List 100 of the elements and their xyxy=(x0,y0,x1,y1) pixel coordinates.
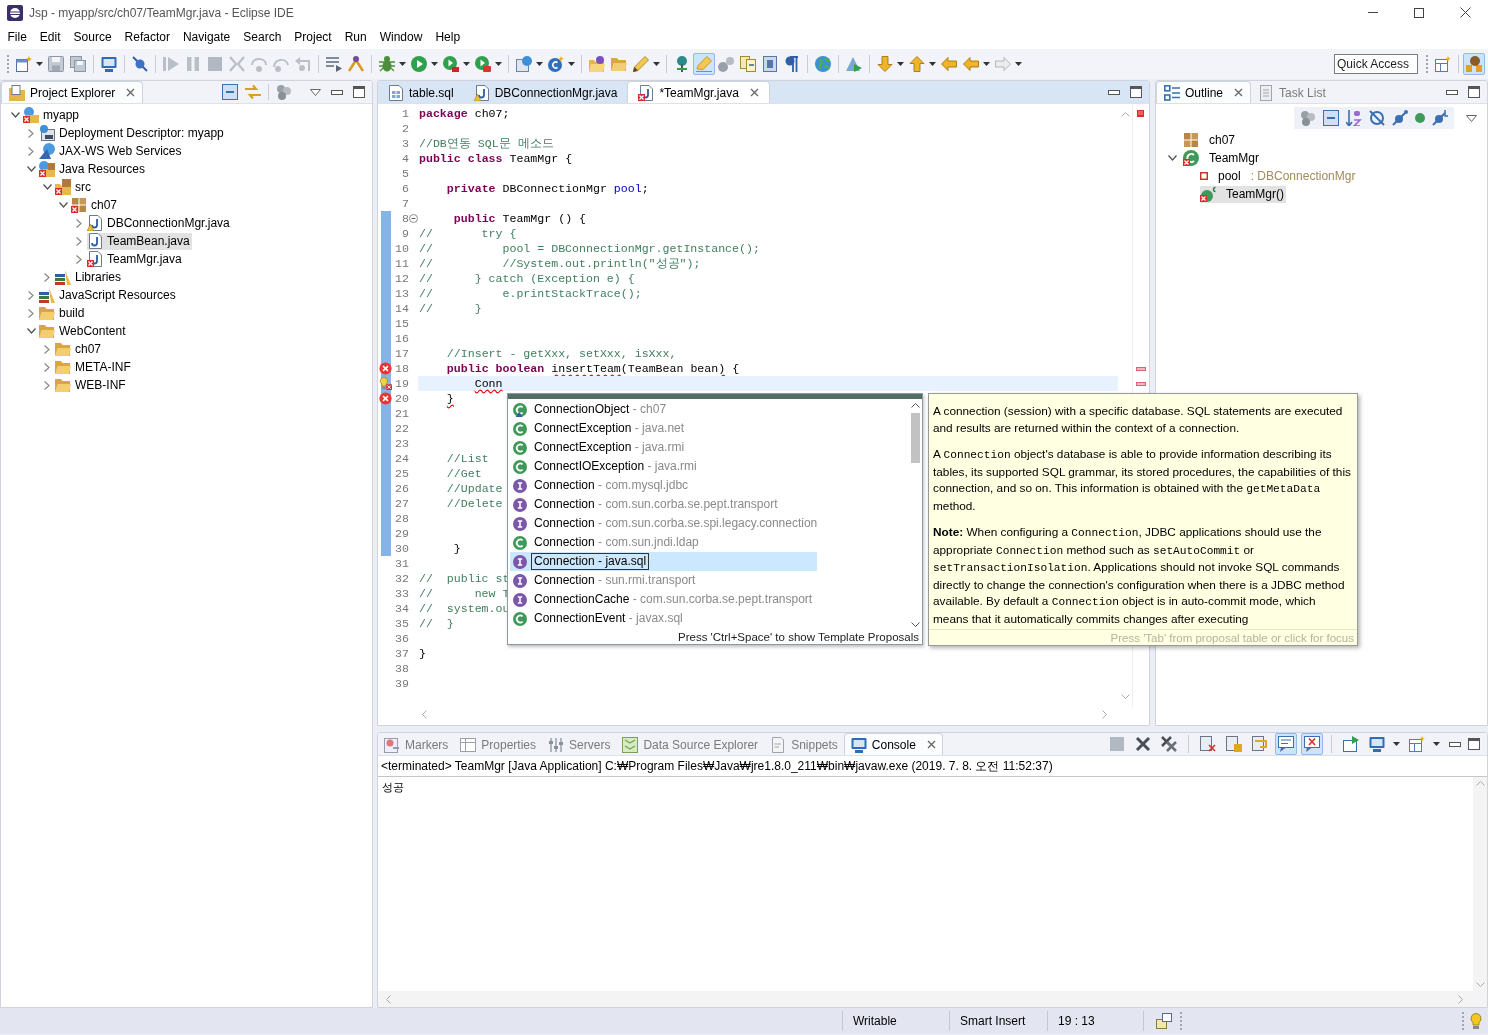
minus-circle-icon[interactable] xyxy=(409,214,418,223)
chevron-right-icon[interactable] xyxy=(28,146,34,156)
close-icon[interactable] xyxy=(1459,7,1471,18)
proposal-item[interactable]: ConnectIOException - java.rmi xyxy=(510,457,817,476)
maximize-icon[interactable] xyxy=(1468,738,1480,750)
chevron-down-icon[interactable] xyxy=(10,112,20,118)
proposal-item[interactable]: Connection - com.sun.corba.se.pept.transport xyxy=(510,495,817,514)
minimize-icon[interactable] xyxy=(331,89,343,95)
chevron-down-icon[interactable] xyxy=(26,166,36,172)
view-tab[interactable]: Task List xyxy=(1251,82,1333,103)
tree-item[interactable]: JAX-WS Web Services xyxy=(39,142,184,160)
proposal-item[interactable]: ConnectException - java.rmi xyxy=(510,438,817,457)
chevron-down-icon[interactable] xyxy=(26,328,36,334)
menu-item[interactable]: Window xyxy=(373,28,429,46)
caret-icon[interactable] xyxy=(929,62,936,66)
view-tab[interactable]: Markers xyxy=(378,734,455,755)
scroll-right-icon[interactable] xyxy=(1102,709,1107,719)
show-error-button[interactable] xyxy=(1301,733,1323,755)
chevron-right-icon[interactable] xyxy=(76,236,82,246)
tree-item[interactable]: TeamMgr() xyxy=(1200,185,1286,203)
view-menu-icon[interactable] xyxy=(1466,114,1477,122)
proposal-item[interactable]: ConnectionEvent - javax.sql xyxy=(510,609,817,628)
sort-icon[interactable] xyxy=(1346,110,1362,126)
chevron-down-icon[interactable] xyxy=(42,184,52,190)
maximize-icon[interactable] xyxy=(353,86,365,98)
coverage-button[interactable] xyxy=(440,53,462,75)
menu-item[interactable]: Refactor xyxy=(118,28,177,46)
bulb-icon[interactable] xyxy=(1468,1013,1484,1029)
chevron-right-icon[interactable] xyxy=(44,362,50,372)
maximize-icon[interactable] xyxy=(1468,86,1480,98)
close-icon[interactable] xyxy=(126,88,136,97)
tree-item[interactable]: DBConnectionMgr.java xyxy=(87,214,232,232)
proposal-item[interactable]: Connection - com.sun.corba.se.spi.legacy.connection xyxy=(510,514,817,533)
caret-icon[interactable] xyxy=(431,62,438,66)
close-icon[interactable] xyxy=(749,88,759,97)
chevron-right-icon[interactable] xyxy=(76,218,82,228)
tree-item[interactable]: build xyxy=(39,304,87,322)
menu-item[interactable]: Project xyxy=(287,28,339,46)
browser-button[interactable] xyxy=(812,53,834,75)
show-output-button[interactable] xyxy=(1275,733,1297,755)
view-tab[interactable]: Servers xyxy=(542,734,617,755)
tree-item[interactable]: myapp xyxy=(23,106,82,124)
proposal-item[interactable]: Connection - com.mysql.jdbc xyxy=(510,476,817,495)
caret-icon[interactable] xyxy=(1015,62,1022,66)
caret-icon[interactable] xyxy=(399,62,406,66)
scroll-up-icon[interactable] xyxy=(910,403,920,408)
view-tab[interactable]: Properties xyxy=(454,734,543,755)
chevron-right-icon[interactable] xyxy=(28,308,34,318)
scrollbar-thumb[interactable] xyxy=(910,413,920,463)
circles-icon[interactable] xyxy=(1300,110,1316,126)
view-tab[interactable]: Outline xyxy=(1156,81,1252,103)
slashed-circle-icon[interactable] xyxy=(1369,110,1385,126)
scroll-left-icon[interactable] xyxy=(422,709,427,719)
save-all-button[interactable] xyxy=(67,53,89,75)
caret-icon[interactable] xyxy=(536,62,543,66)
tree-item[interactable]: Libraries xyxy=(55,268,124,286)
proposal-item[interactable]: ConnectException - java.net xyxy=(510,419,817,438)
caret-icon[interactable] xyxy=(897,62,904,66)
scroll-down-icon[interactable] xyxy=(910,622,920,627)
menu-item[interactable]: Help xyxy=(428,28,467,46)
ant-button[interactable] xyxy=(630,53,652,75)
minimize-icon[interactable] xyxy=(1449,741,1461,747)
editor-tab[interactable]: table.sql xyxy=(378,82,464,103)
view-tab[interactable]: Console xyxy=(843,733,943,755)
menu-item[interactable]: Source xyxy=(67,28,119,46)
maximize-icon[interactable] xyxy=(1414,7,1424,18)
menu-item[interactable]: Edit xyxy=(33,28,68,46)
slashed-dot-icon[interactable] xyxy=(1432,110,1448,126)
slashed-dot-icon[interactable] xyxy=(1392,110,1408,126)
chevron-right-icon[interactable] xyxy=(44,380,50,390)
close-icon[interactable] xyxy=(1234,88,1244,97)
scroll-lock-button[interactable] xyxy=(1223,733,1245,755)
tree-item[interactable]: ch07 xyxy=(71,196,120,214)
caret-icon[interactable] xyxy=(1433,742,1440,746)
proposal-item[interactable]: ConnectionCache - com.sun.corba.se.pept.transport xyxy=(510,590,817,609)
tree-item[interactable]: WEB-INF xyxy=(55,376,128,394)
caret-icon[interactable] xyxy=(1393,742,1400,746)
caret-icon[interactable] xyxy=(568,62,575,66)
java-ee-perspective-button[interactable] xyxy=(1463,53,1485,75)
circles-icon[interactable] xyxy=(276,84,292,100)
maximize-icon[interactable] xyxy=(1130,86,1142,98)
chevron-right-icon[interactable] xyxy=(76,254,82,264)
proposal-item[interactable]: Connection - sun.rmi.transport xyxy=(510,571,817,590)
minus-box-icon[interactable] xyxy=(222,84,238,100)
external-tools-button[interactable] xyxy=(472,53,494,75)
tree-item[interactable]: src xyxy=(55,178,93,196)
view-tab[interactable]: Project Explorer xyxy=(1,81,144,103)
open-type-button[interactable] xyxy=(586,53,608,75)
overlapping-squares-icon[interactable] xyxy=(1156,1013,1172,1029)
chevron-down-icon[interactable] xyxy=(58,202,68,208)
compare-button[interactable] xyxy=(737,53,759,75)
view-tab[interactable]: Data Source Explorer xyxy=(616,734,765,755)
tree-item[interactable]: Deployment Descriptor: myapp xyxy=(39,124,226,142)
minimize-icon[interactable] xyxy=(1446,89,1458,95)
editor-tab[interactable]: *TeamMgr.java xyxy=(627,81,770,103)
menu-item[interactable]: Navigate xyxy=(176,28,237,46)
tree-item[interactable]: ch07 xyxy=(1183,131,1238,149)
chevron-down-icon[interactable] xyxy=(1167,155,1177,161)
chevron-right-icon[interactable] xyxy=(44,272,50,282)
minimize-icon[interactable] xyxy=(1108,89,1120,95)
